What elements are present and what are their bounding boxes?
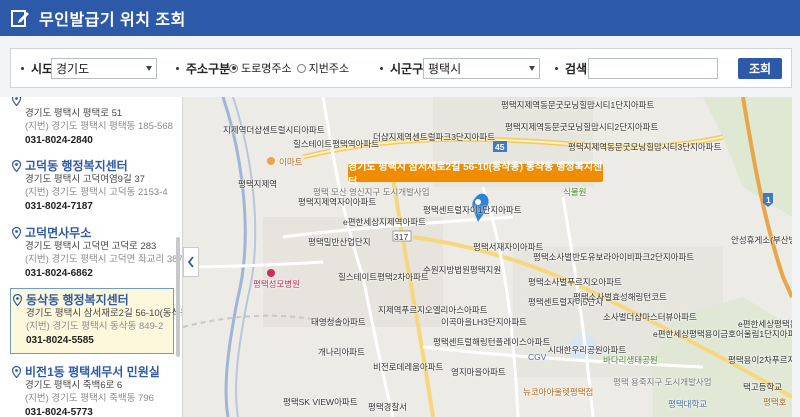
road-address-radio[interactable]: 도로명주소 bbox=[229, 60, 292, 76]
map-label: 평택용이2차푸르지오아파트 bbox=[728, 355, 792, 365]
addr-type-label: 주소구분 bbox=[176, 60, 230, 77]
map-label: 평택성모병원 bbox=[253, 279, 300, 289]
list-item[interactable]: 경기도 평택시 평택로 51 (지번) 경기도 평택시 평택동 185-568 … bbox=[10, 97, 174, 149]
map-label: 힐스테이트평택2차아파트 bbox=[338, 272, 429, 282]
jibun-address-radio[interactable]: 지번주소 bbox=[296, 60, 349, 76]
search-input[interactable] bbox=[588, 57, 718, 79]
list-item-phone: 031-8024-6862 bbox=[25, 268, 93, 279]
map-label: 평택센트럴해링턴플레이스아파트 bbox=[433, 337, 551, 347]
list-item-jibun: (지번) 경기도 평택시 죽백동 796 bbox=[25, 393, 154, 404]
search-bar: 시도 경기도 주소구분 도로명주소 지번주소 시군구 평택시 검색 조회 bbox=[10, 48, 792, 88]
list-item-phone: 031-8024-7187 bbox=[25, 201, 93, 212]
map-pin-icon bbox=[12, 159, 21, 172]
map-label: 지제역더샵센트럴시티아파트 bbox=[223, 125, 325, 135]
map-label: 평택SK VIEW아파트 bbox=[283, 397, 358, 407]
sido-select[interactable]: 경기도 bbox=[51, 57, 157, 79]
list-item-selected[interactable]: 동삭동 행정복지센터 경기도 평택시 삼서재로2길 56-10(동삭동) (지번… bbox=[10, 288, 183, 354]
map-label: 평택대학교 bbox=[668, 399, 708, 409]
search-button[interactable]: 조회 bbox=[738, 57, 782, 79]
list-scrollbar[interactable] bbox=[176, 237, 180, 357]
collapse-list-button[interactable] bbox=[183, 247, 199, 277]
list-item-address: 경기도 평택시 고덕면 고덕로 283 bbox=[25, 241, 157, 252]
map-label: 이마트 bbox=[279, 157, 303, 167]
map-label: 이곡마을LH3단지아파트 bbox=[441, 317, 527, 327]
list-item[interactable]: 고덕면사무소 경기도 평택시 고덕면 고덕로 283 (지번) 경기도 평택시 … bbox=[10, 222, 183, 282]
list-item-name: 동삭동 행정복지센터 bbox=[26, 293, 129, 307]
map-label: 비전로데레움아파트 bbox=[373, 362, 444, 372]
list-item-name: 비전1동 평택세무서 민원실 bbox=[25, 365, 160, 379]
list-item-phone: 031-8024-2840 bbox=[25, 135, 93, 146]
road-number: 1 bbox=[766, 195, 771, 205]
list-item-phone: 031-8024-5773 bbox=[25, 407, 93, 417]
list-item-address: 경기도 평택시 평택로 51 bbox=[25, 108, 123, 119]
list-item-jibun: (지번) 경기도 평택시 동삭동 849-2 bbox=[26, 321, 164, 332]
map-label: 평택지제역 bbox=[238, 179, 278, 189]
list-item-name: 고덕면사무소 bbox=[25, 226, 92, 240]
chevron-left-icon bbox=[187, 256, 194, 268]
map-label: 평택소사벌푸르지오아파트 bbox=[528, 277, 622, 287]
map-label: 평택지제역동문굿모닝힐맘시티3단지아파트 bbox=[568, 142, 722, 152]
sigungu-select[interactable]: 평택시 bbox=[423, 57, 540, 79]
map-pin-icon bbox=[12, 365, 21, 378]
map-label: 평택소사벌효성해링턴코트 bbox=[573, 292, 667, 302]
addr-type-group: 도로명주소 지번주소 bbox=[229, 60, 354, 76]
list-item-name: 고덕동 행정복지센터 bbox=[25, 159, 128, 173]
map-label: 뉴코아아울렛평택점 bbox=[523, 387, 594, 397]
chevron-down-icon bbox=[529, 65, 535, 71]
list-item-phone: 031-8024-5585 bbox=[26, 335, 94, 346]
map-label: 식물원 bbox=[563, 187, 587, 197]
page-title: 무인발급기 위치 조회 bbox=[39, 12, 186, 29]
map-label: 더샵지제역센트럴파크3단지아파트 bbox=[373, 132, 496, 142]
chevron-down-icon bbox=[146, 65, 152, 71]
road-number: 317 bbox=[394, 232, 409, 242]
list-item-jibun: (지번) 경기도 평택시 고덕면 좌교리 387-25 bbox=[25, 254, 183, 265]
marker-tooltip: 경기도 평택시 삼서재로2길 56-10(동삭동) 동삭동 행정복지센터 bbox=[348, 162, 603, 188]
map-label: 안성휴게소(부산방향) bbox=[731, 235, 792, 245]
map-label: 개나리아파트 bbox=[318, 347, 365, 357]
list-item-jibun: (지번) 경기도 평택시 고덕동 2153-4 bbox=[25, 187, 168, 198]
sigungu-label: 시군구 bbox=[380, 60, 423, 77]
map-label: 바다리생태공원 bbox=[603, 355, 658, 365]
map-label: 소사벌더샵마스터뷰아파트 bbox=[603, 312, 697, 322]
map-label: 힐스테이트평택역아파트 bbox=[293, 139, 380, 149]
map-pin-icon bbox=[12, 97, 21, 106]
keyword-label: 검색 bbox=[555, 60, 587, 77]
result-list: 경기도 평택시 평택로 51 (지번) 경기도 평택시 평택동 185-568 … bbox=[0, 97, 183, 417]
edit-document-icon bbox=[11, 10, 29, 27]
map-label: 평택밀반산업단지 bbox=[308, 237, 371, 247]
road-number: 45 bbox=[495, 142, 505, 152]
map-label: 평택 모산 영신지구 도시개발사업 bbox=[313, 187, 430, 197]
map-label: 수원지방법원평택지원 bbox=[423, 265, 502, 275]
map-label: e편한세상지제역아파트 bbox=[343, 217, 426, 227]
map-label: 영지마을아파트 bbox=[451, 367, 506, 377]
map-label: e편한세상평택용이금호어울림1단지아파트 bbox=[653, 329, 792, 339]
map-label: 시대한우리공원아파트 bbox=[548, 345, 627, 355]
map-label: e편한세상평택용이1단지아파트 bbox=[738, 319, 792, 329]
map-view[interactable]: 평택지제역동문굿모닝힐맘시티1단지아파트 평택지제역동문굿모닝힐맘시티2단지아파… bbox=[183, 97, 792, 417]
sido-label: 시도 bbox=[21, 60, 53, 77]
map-label: 평택소사벌반도유보라아이비파크2단지아파트 bbox=[533, 252, 695, 262]
map-pin-icon bbox=[13, 293, 22, 306]
map-pin-icon bbox=[12, 226, 21, 239]
map-label: 태영청솔아파트 bbox=[311, 317, 366, 327]
list-item[interactable]: 고덕동 행정복지센터 경기도 평택시 고덕여염9길 37 (지번) 경기도 평택… bbox=[10, 155, 174, 215]
list-item-address: 경기도 평택시 삼서재로2길 56-10(동삭동) bbox=[26, 308, 183, 319]
map-label: CGV bbox=[528, 352, 547, 362]
map-label: 평택호 bbox=[763, 397, 787, 407]
list-item-address: 경기도 평택시 죽백6로 6 bbox=[25, 380, 123, 391]
map-label: 평택서재자이아파트 bbox=[473, 242, 544, 252]
map-label: 평택센트럴자이1단지아파트 bbox=[423, 205, 522, 215]
map-label: 평택지제역동문굿모닝힐맘시티2단지아파트 bbox=[505, 122, 659, 132]
map-label: 평택지제역동문굿모닝힐맘시티1단지아파트 bbox=[501, 100, 655, 110]
map-label: 평택경찰서 bbox=[368, 402, 408, 412]
map-label: 지제역푸르지오엘리아스아파트 bbox=[378, 305, 488, 315]
map-label: 택고등학교 bbox=[743, 382, 783, 392]
title-bar: 무인발급기 위치 조회 bbox=[0, 0, 800, 36]
list-item[interactable]: 비전1동 평택세무서 민원실 경기도 평택시 죽백6로 6 (지번) 경기도 평… bbox=[10, 361, 174, 417]
map-label: 평택 용죽지구 도시개발사업 bbox=[613, 377, 712, 387]
list-item-address: 경기도 평택시 고덕여염9길 37 bbox=[25, 174, 145, 185]
map-label: 평택지제역자이아파트 bbox=[298, 197, 377, 207]
list-item-jibun: (지번) 경기도 평택시 평택동 185-568 bbox=[25, 121, 173, 132]
